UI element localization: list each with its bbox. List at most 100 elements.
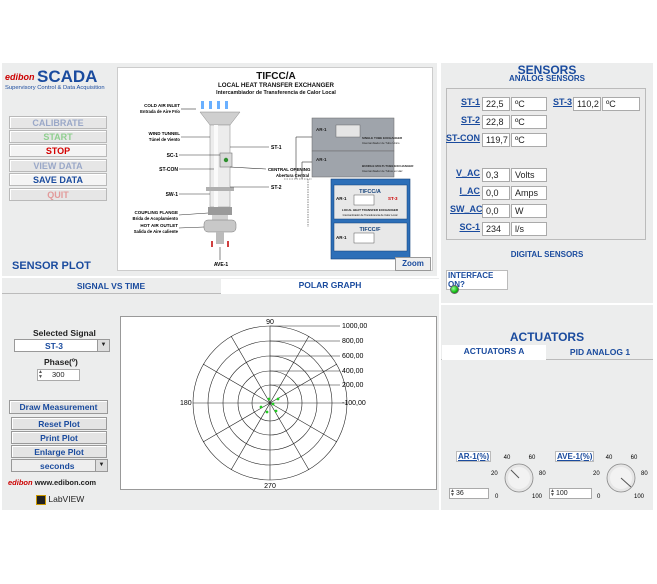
ave1-label: AVE-1: [214, 262, 229, 268]
sensor-label-st2: ST-2: [460, 115, 480, 125]
process-diagram: TIFCC/A LOCAL HEAT TRANSFER EXCHANGER In…: [133, 71, 415, 268]
labview-label: LabVIEW: [48, 494, 85, 504]
coupling-flange-label: COUPLING FLANGE: [135, 210, 179, 215]
polar-grid: [192, 325, 348, 481]
ave1-knob[interactable]: 40 60 20 80 0 100: [592, 450, 652, 502]
sensor-unit-st1: ºC: [511, 97, 547, 111]
quit-button[interactable]: QUIT: [9, 188, 107, 201]
stepper-arrows-icon[interactable]: ▲ ▼: [38, 370, 46, 380]
sensor-unit-st-con: ºC: [511, 133, 547, 147]
ave1-stepper[interactable]: ▲ ▼100: [549, 488, 592, 499]
units-select-value: seconds: [40, 461, 75, 471]
diagram-title: TIFCC/A: [256, 71, 295, 82]
ave1-tick-80: 80: [641, 471, 648, 477]
local-heat-label: LOCAL HEAT TRANSFER EXCHANGER: [342, 208, 399, 212]
polar-data-points: [259, 397, 280, 414]
units-select[interactable]: seconds ▼: [11, 459, 108, 472]
polar-graph: 90 180 270 1000,00 800,00 600,00 400,00 …: [180, 319, 367, 490]
ar1-tick-100: 100: [532, 494, 543, 500]
actuators-title: ACTUATORS: [509, 330, 585, 344]
save-data-button[interactable]: SAVE DATA: [9, 173, 107, 186]
tifcc-f-label: TIFCC/F: [359, 227, 381, 233]
ave1-tick-40: 40: [606, 455, 613, 461]
coupling-flange-label-es: Brida de Acoplamiento: [133, 216, 179, 221]
labview-icon: [36, 494, 46, 505]
calibrate-button[interactable]: CALIBRATE: [9, 116, 107, 129]
ave1-value: 100: [556, 490, 568, 497]
st3-label-a: ST-3: [388, 196, 398, 201]
sensor-unit-st3: ºC: [602, 97, 640, 111]
selected-signal-label: Selected Signal: [33, 328, 96, 338]
ar1-knob[interactable]: 40 60 20 80 0 100: [490, 450, 550, 502]
polar-radius-800: 800,00: [342, 338, 364, 345]
phase-label: Phase(º): [44, 357, 78, 367]
sensor-value-st1: 22,5: [482, 97, 510, 111]
sensor-unit-i-ac: Amps: [511, 186, 547, 200]
tab-actuators-a[interactable]: ACTUATORS A: [442, 345, 546, 360]
draw-measurement-button[interactable]: Draw Measurement: [9, 400, 108, 414]
single-tube-label-es: Intercambiador de Tubo Único: [362, 140, 400, 145]
phase-value: 300: [52, 370, 65, 379]
polar-angle-180: 180: [180, 400, 192, 407]
polar-point: [265, 410, 269, 414]
ar1-stepper[interactable]: ▲ ▼36: [449, 488, 489, 499]
single-tube-label: SINGLE TUBE EXCHANGER: [362, 136, 403, 140]
local-heat-label-es: Intercambiador de Transferencia de Calor…: [343, 213, 398, 217]
cold-air-inlet-label-es: Entrada de Aire Frío: [140, 109, 180, 114]
enlarge-plot-button[interactable]: Enlarge Plot: [11, 445, 107, 458]
sensor-label-st3: ST-3: [552, 97, 572, 107]
stop-button[interactable]: STOP: [9, 144, 107, 157]
wind-tunnel-label: WIND TUNNEL: [149, 131, 181, 136]
ar1-label-single: AR-1: [316, 127, 327, 132]
sensor-value-st2: 22,8: [482, 115, 510, 129]
sensor-label-sc1: SC-1: [459, 222, 480, 232]
labview-badge: LabVIEW: [36, 493, 84, 505]
bundle-tube-label-es: Intercambiador de Tubos en Haz: [362, 169, 403, 173]
ave1-tick-100: 100: [634, 494, 645, 500]
tab-pid-analog-1[interactable]: PID ANALOG 1: [548, 345, 652, 360]
central-opening-label: CENTRAL OPENING: [268, 167, 311, 172]
view-data-button[interactable]: VIEW DATA: [9, 159, 107, 172]
sensor-label-v-ac: V_AC: [455, 168, 480, 178]
tab-signal-vs-time[interactable]: SIGNAL VS TIME: [2, 279, 220, 294]
chevron-down-icon[interactable]: ▼: [97, 340, 109, 351]
polar-angle-270: 270: [264, 483, 276, 490]
ar1-tick-0: 0: [495, 494, 499, 500]
polar-radius-1000: 1000,00: [342, 323, 367, 330]
hot-air-outlet-label-es: Salida de Aire caliente: [134, 229, 179, 234]
tab-polar-graph[interactable]: POLAR GRAPH: [221, 279, 439, 294]
signal-select[interactable]: ST-3 ▼: [14, 339, 110, 352]
hot-air-outlet-label: HOT AIR OUTLET: [140, 223, 178, 228]
polar-point: [271, 402, 275, 406]
print-plot-button[interactable]: Print Plot: [11, 431, 107, 444]
sensor-plot-title: SENSOR PLOT: [12, 260, 91, 272]
polar-angle-90: 90: [266, 319, 274, 326]
sensor-label-sw-ac: SW_AC: [450, 204, 483, 214]
sensor-value-sw-ac: 0,0: [482, 204, 510, 218]
start-button[interactable]: START: [9, 130, 107, 143]
ar1-label-a: AR-1: [336, 196, 347, 201]
sensor-value-st3: 110,2: [573, 97, 601, 111]
ar1-tick-20: 20: [491, 471, 498, 477]
sensor-unit-sc1: l/s: [511, 222, 547, 236]
phase-stepper[interactable]: ▲ ▼ 300: [37, 369, 80, 381]
diagram-subtitle-es: Intercambiador de Transferencia de Calor…: [216, 90, 336, 96]
sw1-label: SW-1: [166, 192, 179, 198]
sensor-value-st-con: 119,7: [482, 133, 510, 147]
analog-sensors-label: ANALOG SENSORS: [508, 74, 585, 83]
polar-radius-400: 400,00: [342, 368, 364, 375]
sensor-value-i-ac: 0,0: [482, 186, 510, 200]
sensor-value-v-ac: 0,3: [482, 168, 510, 182]
cold-air-inlet-label: COLD AIR INLET: [144, 103, 180, 108]
polar-point: [259, 405, 263, 409]
edibon-logo: edibon: [5, 72, 35, 82]
zoom-button[interactable]: Zoom: [395, 257, 431, 271]
reset-plot-button[interactable]: Reset Plot: [11, 417, 107, 430]
digital-sensors-label: DIGITAL SENSORS: [510, 250, 584, 259]
edibon-footer-logo: edibon: [8, 478, 33, 487]
chevron-down-icon[interactable]: ▼: [95, 460, 107, 471]
edibon-url: www.edibon.com: [34, 478, 97, 487]
signal-select-value: ST-3: [45, 341, 63, 351]
ave1-tick-60: 60: [631, 455, 638, 461]
sensor-unit-st2: ºC: [511, 115, 547, 129]
